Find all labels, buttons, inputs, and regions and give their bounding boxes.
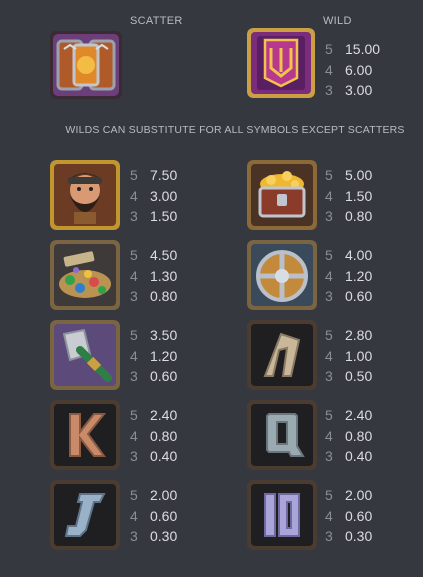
pay-value: 3.00 [150, 187, 178, 204]
wild-paytable: 5 15.00 4 6.00 3 3.00 [325, 39, 380, 101]
pay-count: 4 [325, 427, 333, 444]
pay-value: 1.30 [150, 267, 178, 284]
rune-10-icon [247, 480, 317, 550]
pay-value: 2.00 [345, 487, 373, 503]
pay-count: 3 [130, 448, 138, 464]
pay-value: 7.50 [150, 167, 178, 183]
pay-count: 3 [325, 288, 333, 304]
pay-count: 3 [325, 368, 333, 384]
pay-value: 1.50 [150, 208, 178, 224]
pay-count: 4 [130, 347, 138, 364]
pay-value: 4.00 [345, 247, 373, 263]
symbol-paytable: 5 2.80 4 1.00 3 0.50 [325, 325, 372, 387]
pay-count: 5 [325, 487, 333, 503]
pay-value: 0.60 [345, 288, 373, 304]
symbol-paytable: 5 2.40 4 0.80 3 0.40 [130, 405, 177, 467]
pay-count: 4 [130, 427, 138, 444]
pay-value: 3.00 [345, 82, 373, 98]
pay-value: 2.00 [150, 487, 178, 503]
pay-value: 0.40 [150, 448, 178, 464]
pay-count: 5 [325, 247, 333, 263]
pay-count: 4 [325, 347, 333, 364]
pay-value: 1.00 [345, 347, 373, 364]
pay-value: 0.50 [345, 368, 373, 384]
pay-count: 5 [325, 327, 333, 343]
scatter-portal-icon [50, 31, 122, 99]
pay-count: 3 [130, 288, 138, 304]
pay-count: 5 [325, 41, 333, 57]
pay-count: 3 [325, 208, 333, 224]
symbol-paytable: 5 2.00 4 0.60 3 0.30 [325, 485, 372, 547]
hammer-icon [50, 320, 120, 390]
dwarf-icon [50, 160, 120, 230]
pay-value: 0.60 [150, 507, 178, 524]
pay-value: 0.80 [345, 208, 373, 224]
pay-count: 4 [325, 61, 333, 78]
symbol-paytable: 5 3.50 4 1.20 3 0.60 [130, 325, 177, 387]
symbol-paytable: 5 7.50 4 3.00 3 1.50 [130, 165, 177, 227]
pay-value: 0.30 [150, 528, 178, 544]
pay-value: 1.50 [345, 187, 373, 204]
pay-count: 3 [325, 82, 333, 98]
pay-count: 5 [130, 167, 138, 183]
pay-value: 2.40 [150, 407, 178, 423]
pay-value: 0.30 [345, 528, 373, 544]
pay-count: 4 [130, 267, 138, 284]
gold-chest-icon [247, 160, 317, 230]
pay-count: 3 [130, 368, 138, 384]
pay-value: 4.50 [150, 247, 178, 263]
pay-count: 4 [325, 187, 333, 204]
gem-treasure-icon [50, 240, 120, 310]
wild-banner-icon [247, 28, 315, 98]
pay-count: 4 [325, 267, 333, 284]
pay-value: 3.50 [150, 327, 178, 343]
pay-value: 1.20 [150, 347, 178, 364]
pay-value: 0.80 [345, 427, 373, 444]
pay-count: 3 [325, 448, 333, 464]
pay-value: 0.80 [150, 288, 178, 304]
pay-value: 0.60 [150, 368, 178, 384]
pay-count: 5 [130, 247, 138, 263]
wild-label: WILD [323, 15, 352, 27]
pay-count: 4 [130, 507, 138, 524]
pay-value: 5.00 [345, 167, 373, 183]
pay-value: 1.20 [345, 267, 373, 284]
scatter-label: SCATTER [130, 15, 183, 27]
symbol-paytable: 5 4.50 4 1.30 3 0.80 [130, 245, 177, 307]
pay-count: 3 [130, 208, 138, 224]
rune-k-icon [50, 400, 120, 470]
pay-value: 15.00 [345, 41, 381, 57]
pay-count: 5 [130, 487, 138, 503]
rune-j-icon [50, 480, 120, 550]
pay-count: 5 [130, 407, 138, 423]
pay-count: 5 [130, 327, 138, 343]
pay-value: 6.00 [345, 61, 373, 78]
rune-q-icon [247, 400, 317, 470]
pay-value: 0.60 [345, 507, 373, 524]
symbol-paytable: 5 2.00 4 0.60 3 0.30 [130, 485, 177, 547]
pay-value: 2.40 [345, 407, 373, 423]
pay-value: 0.40 [345, 448, 373, 464]
pay-count: 4 [325, 507, 333, 524]
pay-count: 5 [325, 407, 333, 423]
pay-count: 5 [325, 167, 333, 183]
pay-value: 2.80 [345, 327, 373, 343]
pay-count: 3 [130, 528, 138, 544]
substitute-note: WILDS CAN SUBSTITUTE FOR ALL SYMBOLS EXC… [65, 124, 405, 136]
symbol-paytable: 5 5.00 4 1.50 3 0.80 [325, 165, 372, 227]
shield-icon [247, 240, 317, 310]
symbol-paytable: 5 2.40 4 0.80 3 0.40 [325, 405, 372, 467]
pay-count: 4 [130, 187, 138, 204]
symbol-paytable: 5 4.00 4 1.20 3 0.60 [325, 245, 372, 307]
pay-value: 0.80 [150, 427, 178, 444]
rune-a-icon [247, 320, 317, 390]
pay-count: 3 [325, 528, 333, 544]
